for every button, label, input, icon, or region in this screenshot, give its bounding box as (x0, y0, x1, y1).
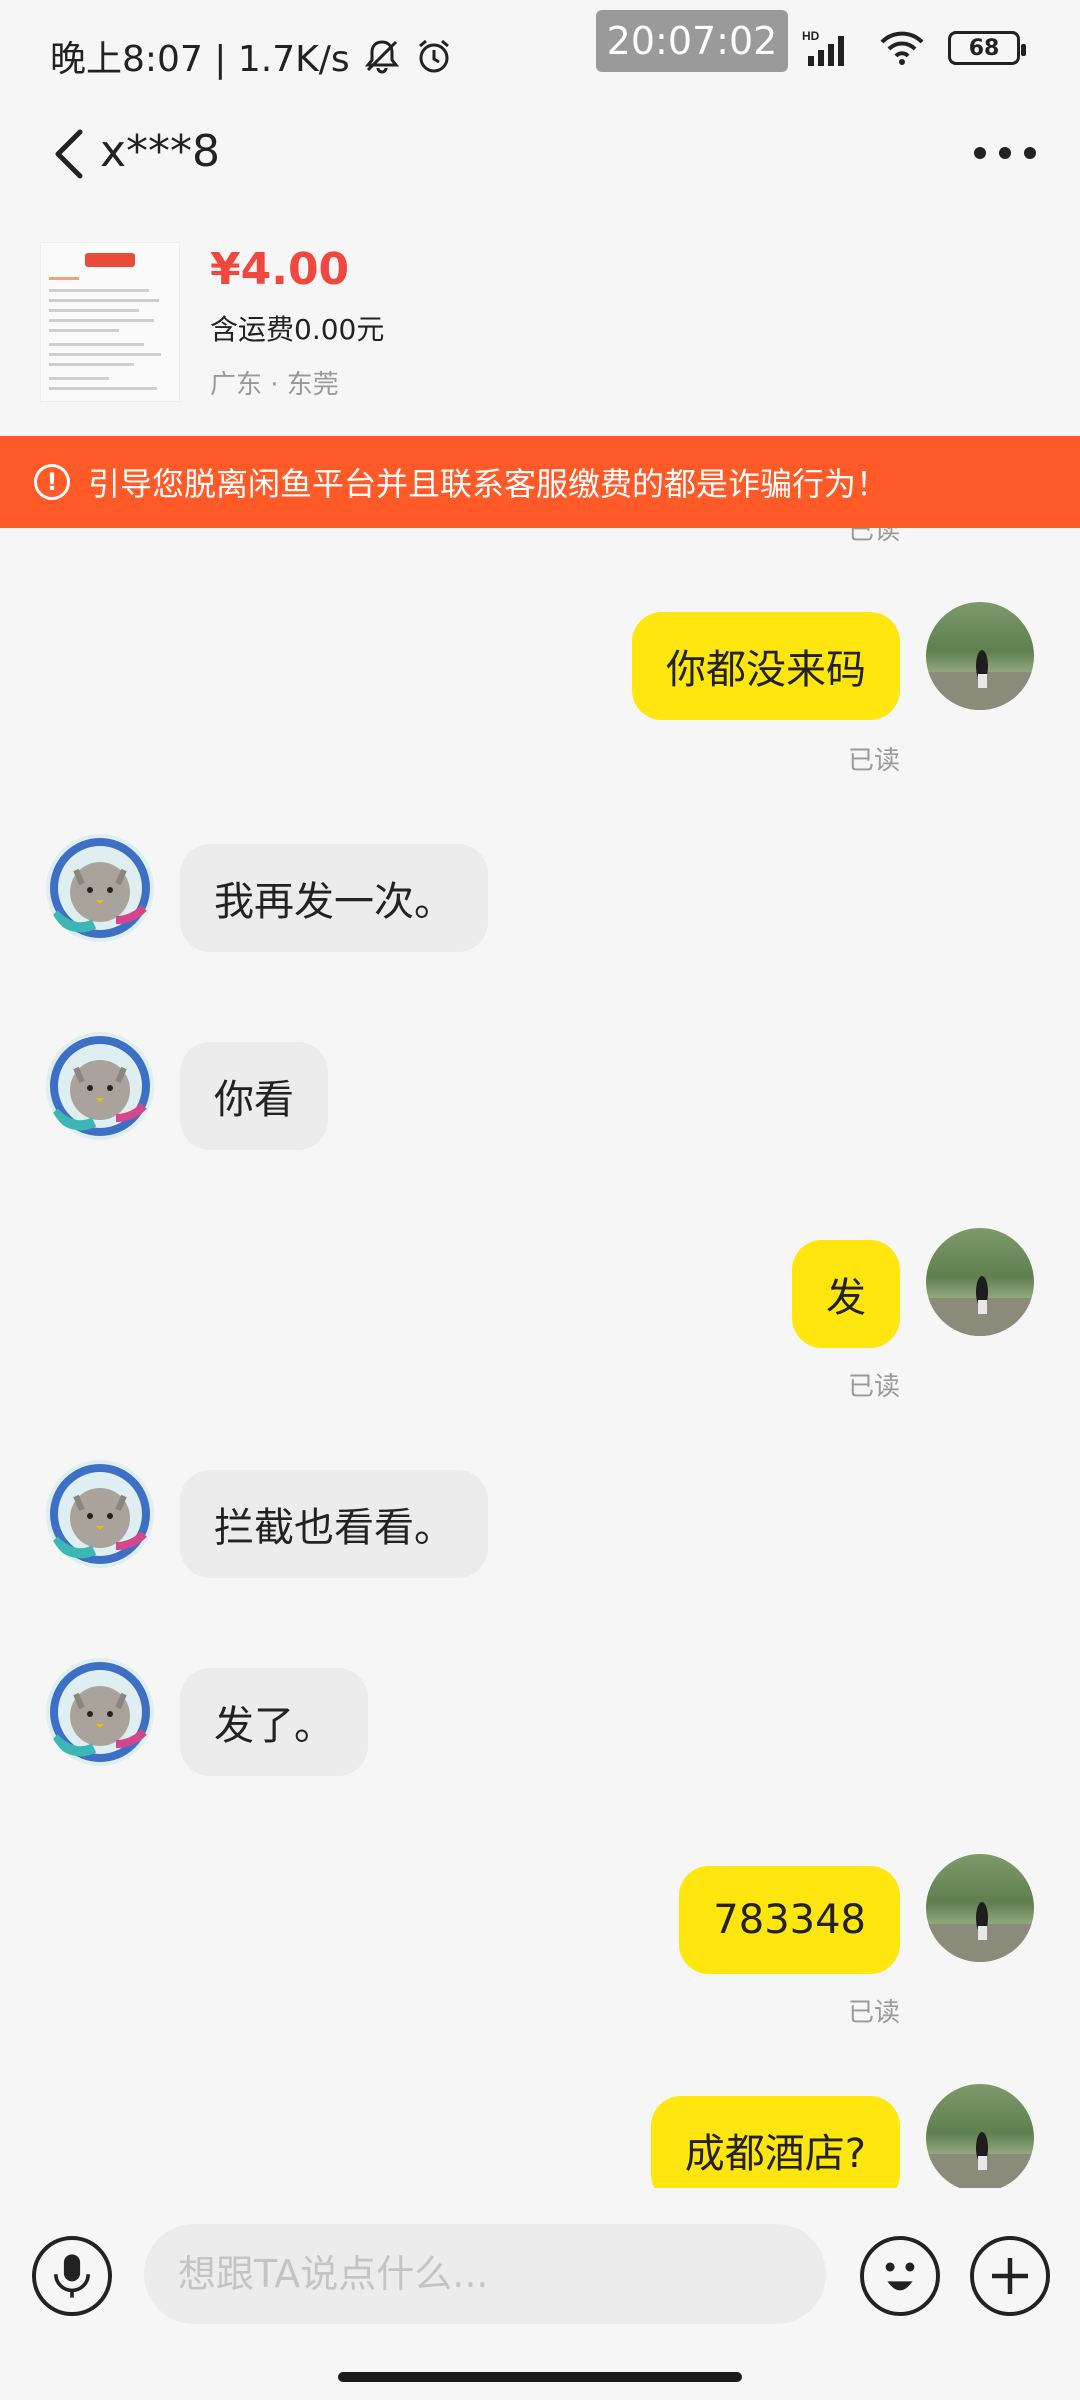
seller-avatar[interactable] (46, 1658, 154, 1766)
seller-avatar[interactable] (46, 834, 154, 942)
status-time-speed: 晚上8:07 | 1.7K/s (50, 39, 350, 80)
message-list[interactable]: 已读 你都没来码 已读 我再发一次。 你看 发 已读 拦截也看看。 发了。 78… (0, 528, 1080, 2188)
read-status: 已读 (848, 746, 901, 776)
warning-text: 引导您脱离闲鱼平台并且联系客服缴费的都是诈骗行为！ (88, 465, 889, 503)
warning-icon: ! (34, 464, 70, 500)
status-left: 晚上8:07 | 1.7K/s (50, 30, 454, 82)
my-avatar[interactable] (926, 2084, 1034, 2188)
add-attachment-icon[interactable] (970, 2236, 1050, 2316)
message-bubble-sent[interactable]: 成都酒店? (650, 2096, 900, 2188)
message-bubble-received[interactable]: 发了。 (180, 1668, 368, 1776)
wifi-icon (880, 31, 924, 65)
emoji-icon[interactable] (860, 2236, 940, 2316)
my-avatar[interactable] (926, 1228, 1034, 1336)
status-bar: 晚上8:07 | 1.7K/s 20:07:02 HD 68 (0, 0, 1080, 104)
message-input-bar (0, 2188, 1080, 2358)
microphone-icon[interactable] (32, 2236, 112, 2316)
product-card[interactable]: ¥4.00 含运费0.00元 广东 · 东莞 (0, 208, 1080, 438)
battery-icon: 68 (948, 31, 1026, 65)
message-bubble-received[interactable]: 我再发一次。 (180, 844, 488, 952)
fraud-warning-banner: ! 引导您脱离闲鱼平台并且联系客服缴费的都是诈骗行为！ (0, 436, 1080, 528)
product-thumbnail[interactable] (40, 242, 180, 402)
read-status: 已读 (848, 1372, 901, 1402)
chat-title: x***8 (100, 126, 221, 177)
seller-avatar[interactable] (46, 1460, 154, 1568)
more-options-icon[interactable] (970, 138, 1040, 168)
message-input[interactable] (144, 2224, 826, 2324)
signal-icon: HD (802, 29, 844, 66)
back-arrow-icon[interactable] (46, 124, 96, 184)
read-status-partial: 已读 (848, 528, 901, 546)
message-bubble-sent[interactable]: 783348 (679, 1866, 900, 1974)
alarm-icon (418, 39, 449, 73)
network-type-label: HD (802, 29, 820, 43)
bell-off-icon (364, 40, 399, 74)
message-bubble-sent[interactable]: 发 (792, 1240, 900, 1348)
message-bubble-received[interactable]: 你看 (180, 1042, 328, 1150)
battery-level: 68 (968, 35, 1000, 61)
message-bubble-sent[interactable]: 你都没来码 (632, 612, 900, 720)
home-indicator[interactable] (338, 2372, 742, 2382)
seller-avatar[interactable] (46, 1032, 154, 1140)
read-status: 已读 (848, 1998, 901, 2028)
my-avatar[interactable] (926, 1854, 1034, 1962)
time-overlay: 20:07:02 (596, 10, 788, 72)
product-price: ¥4.00 (210, 244, 350, 295)
product-location: 广东 · 东莞 (210, 370, 339, 400)
product-shipping: 含运费0.00元 (210, 313, 385, 346)
my-avatar[interactable] (926, 602, 1034, 710)
status-right: HD 68 (802, 28, 1026, 68)
message-bubble-received[interactable]: 拦截也看看。 (180, 1470, 488, 1578)
chat-header: x***8 (0, 104, 1080, 208)
